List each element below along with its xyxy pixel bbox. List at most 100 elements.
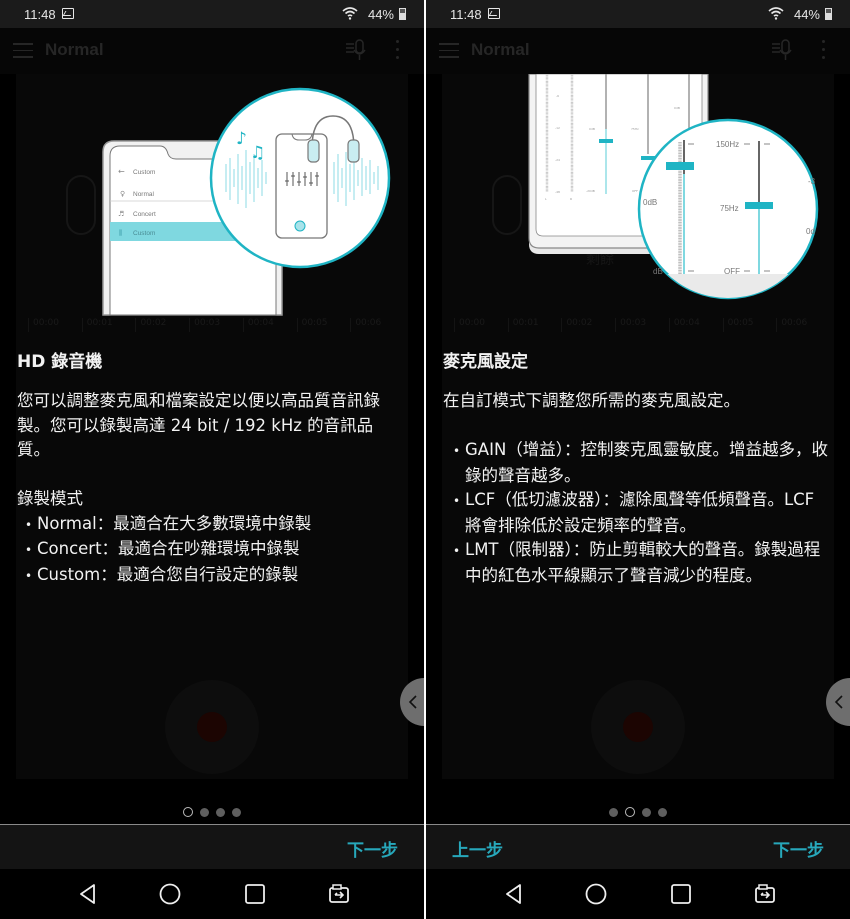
next-button[interactable]: 下一步 <box>347 836 398 861</box>
app-bar: Normal <box>0 28 424 74</box>
small-slider-label: OFF <box>632 189 638 193</box>
settings-list: GAIN（增益）：控制麥克風靈敏度。增益越多，收錄的聲音越多。 LCF（低切濾波… <box>443 438 832 588</box>
tutorial-title: 麥克風設定 <box>443 352 528 372</box>
meter-label: -6 <box>556 94 559 98</box>
page-dot-active <box>183 807 193 817</box>
chevron-left-icon <box>834 695 843 709</box>
zoom-circle: 0dB dB 150Hz 75Hz OFF -3 0d <box>637 118 819 304</box>
tutorial-content: HD 錄音機 您可以調整麥克風和檔案設定以便以高品質音訊錄製。您可以錄製高達 2… <box>17 350 406 588</box>
lcf-slider-thumb <box>745 202 773 209</box>
mode-bullet: Concert：最適合在吵雜環境中錄製 <box>17 537 406 563</box>
more-options-icon[interactable] <box>822 40 826 60</box>
small-slider-label: 0dB <box>589 127 595 131</box>
wifi-icon <box>768 7 784 20</box>
home-icon[interactable] <box>158 882 182 906</box>
zoom-circle: ♪ ♫ <box>209 87 391 269</box>
meter-label: -48 <box>555 190 560 194</box>
mic-settings-icon[interactable] <box>344 38 368 62</box>
app-title: Normal <box>471 40 530 59</box>
record-icon <box>623 712 653 742</box>
section-title: 錄製模式 <box>17 489 83 508</box>
navigation-bar <box>426 869 850 919</box>
mockup-guitar-icon: ♬ <box>118 210 124 218</box>
page-dot <box>232 808 241 817</box>
record-icon <box>197 712 227 742</box>
page-indicator <box>426 807 850 817</box>
mockup-sliders-icon: ⫼ <box>119 229 122 237</box>
gain-label-bottom: dB <box>653 267 663 276</box>
small-slider-label: 0dB <box>674 106 680 110</box>
status-bar: 11:48 44% <box>0 0 424 28</box>
battery-percent: 44% <box>367 7 394 22</box>
page-indicator <box>0 807 424 817</box>
battery-icon <box>399 8 406 20</box>
small-slider-label: 75Hz <box>631 127 639 131</box>
mode-list: Normal：最適合在大多數環境中錄製 Concert：最適合在吵雜環境中錄製 … <box>17 512 406 589</box>
mic-settings-illustration: 剩餘 -6 -12 -24 -48 L R 0dB -20dB 75Hz OFF… <box>528 74 819 336</box>
music-note-icon: ♪ <box>236 129 247 149</box>
mockup-header: Custom <box>133 169 155 176</box>
image-notification-icon <box>488 8 500 19</box>
menu-icon[interactable] <box>13 43 33 58</box>
app-bar: Normal <box>426 28 850 74</box>
status-time: 11:48 <box>24 7 56 22</box>
mockup-mode-custom: Custom <box>133 230 155 237</box>
small-slider-label: -20dB <box>586 189 595 193</box>
page-dot <box>216 808 225 817</box>
tutorial-title: HD 錄音機 <box>17 352 103 372</box>
mockup-mode-normal: Normal <box>133 191 155 198</box>
wifi-icon <box>342 7 358 20</box>
music-notes-icon: ♫ <box>250 143 265 163</box>
tutorial-intro: 您可以調整麥克風和檔案設定以便以高品質音訊錄製。您可以錄製高達 24 bit /… <box>17 391 380 459</box>
mic-settings-icon[interactable] <box>770 38 794 62</box>
mockup-mode-concert: Concert <box>133 211 156 218</box>
tutorial-intro: 在自訂模式下調整您所需的麥克風設定。 <box>443 391 740 410</box>
setting-bullet: LCF（低切濾波器）：濾除風聲等低頻聲音。LCF 將會排除低於設定頻率的聲音。 <box>443 488 832 538</box>
record-button[interactable] <box>165 680 259 774</box>
tutorial-footer: 下一步 <box>0 825 424 869</box>
page-dot <box>658 808 667 817</box>
recents-icon[interactable] <box>243 882 267 906</box>
lcf-label-top: 150Hz <box>716 140 739 149</box>
status-time: 11:48 <box>450 7 482 22</box>
app-title: Normal <box>45 40 104 59</box>
chevron-left-icon <box>408 695 417 709</box>
page-dot <box>609 808 618 817</box>
page-dot <box>642 808 651 817</box>
page-dot <box>200 808 209 817</box>
dual-window-icon[interactable] <box>753 882 777 906</box>
battery-icon <box>825 8 832 20</box>
tutorial-footer: 上一步 下一步 <box>426 825 850 869</box>
record-button[interactable] <box>591 680 685 774</box>
mockup-back-arrow: ← <box>118 167 125 176</box>
mode-bullet: Custom：最適合您自行設定的錄製 <box>17 563 406 589</box>
tutorial-screen-hd-recorder: 11:48 44% Normal 00:00 00:01 00:02 00:03… <box>0 0 424 919</box>
image-notification-icon <box>62 8 74 19</box>
dual-window-icon[interactable] <box>327 882 351 906</box>
home-icon[interactable] <box>584 882 608 906</box>
page-dot-active <box>625 807 635 817</box>
tutorial-content: 麥克風設定 在自訂模式下調整您所需的麥克風設定。 GAIN（增益）：控制麥克風靈… <box>443 350 832 588</box>
mode-bullet: Normal：最適合在大多數環境中錄製 <box>17 512 406 538</box>
tutorial-screen-mic-settings: 11:48 44% Normal 00:00 00:01 00:02 00:03… <box>426 0 850 919</box>
meter-label: -24 <box>555 158 560 162</box>
lmt-label-top: -3 <box>808 177 816 186</box>
recording-modes-illustration: ← Custom ♀ Normal ♬ Concert ⫼ Custom ♪ ♫ <box>102 87 391 316</box>
menu-icon[interactable] <box>439 43 459 58</box>
record-dot-icon <box>294 220 306 232</box>
lmt-label-mid: 0d <box>806 227 815 236</box>
channel-label-r: R <box>570 197 572 201</box>
status-bar: 11:48 44% <box>426 0 850 28</box>
meter-label: -12 <box>555 126 560 130</box>
previous-button[interactable]: 上一步 <box>452 836 503 861</box>
gain-slider-thumb <box>666 162 694 170</box>
back-icon[interactable] <box>502 882 526 906</box>
navigation-bar <box>0 869 424 919</box>
back-icon[interactable] <box>76 882 100 906</box>
mockup-mic-icon: ♀ <box>120 190 125 198</box>
lcf-label-mid: 75Hz <box>720 204 739 213</box>
battery-percent: 44% <box>793 7 820 22</box>
more-options-icon[interactable] <box>396 40 400 60</box>
recents-icon[interactable] <box>669 882 693 906</box>
next-button[interactable]: 下一步 <box>773 836 824 861</box>
